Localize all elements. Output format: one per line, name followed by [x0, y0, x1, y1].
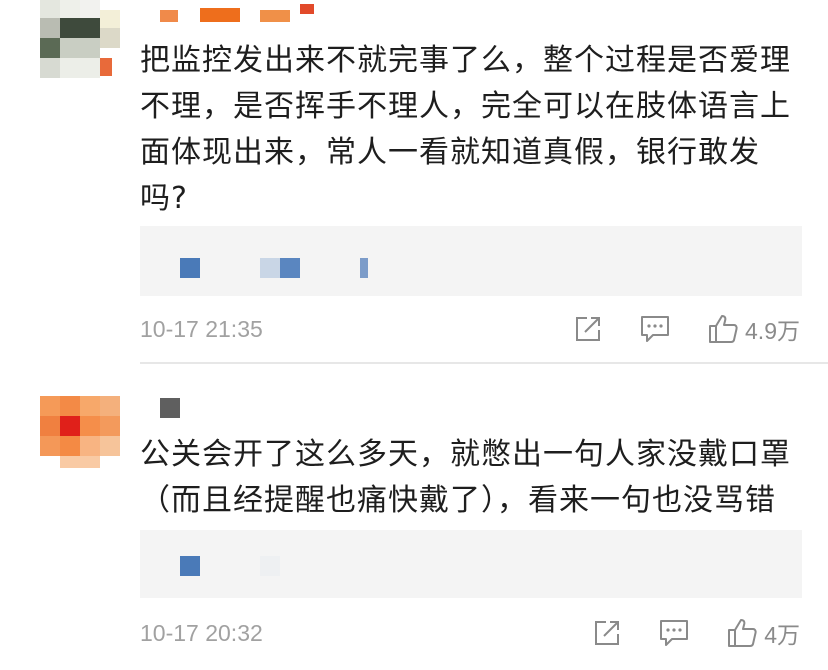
username[interactable]	[160, 0, 320, 22]
comment-item: 把监控发出来不就完事了么，整个过程是否爱理不理，是否挥手不理人，完全可以在肢体语…	[0, 0, 828, 362]
reply-button[interactable]	[639, 314, 671, 344]
reply-mosaic	[360, 258, 368, 278]
like-button[interactable]: 4.9万	[707, 312, 800, 346]
share-icon	[576, 317, 601, 341]
comment-text: 公关会开了这么多天，就憋出一句人家没戴口罩（而且经提醒也痛快戴了），看来一句也没…	[140, 437, 791, 518]
comment-timestamp: 10-17 21:35	[140, 316, 263, 342]
share-button[interactable]	[592, 618, 622, 648]
reply-preview[interactable]	[140, 226, 802, 296]
comment-item: 公关会开了这么多天，就憋出一句人家没戴口罩（而且经提醒也痛快戴了），看来一句也没…	[0, 364, 828, 670]
like-count: 4.9万	[745, 318, 800, 344]
comment-icon	[641, 316, 670, 342]
share-icon	[595, 621, 620, 645]
comment-icon	[660, 620, 689, 646]
comment-timestamp: 10-17 20:32	[140, 620, 263, 646]
like-button[interactable]: 4万	[726, 616, 800, 650]
reply-mosaic	[260, 258, 280, 278]
comment-actions: 4万	[592, 616, 800, 650]
username[interactable]	[160, 398, 190, 422]
comment-actions: 4.9万	[573, 312, 800, 346]
reply-mosaic	[180, 556, 200, 576]
reply-preview[interactable]	[140, 530, 802, 598]
share-button[interactable]	[573, 314, 603, 344]
thumbs-up-icon	[728, 619, 757, 647]
reply-button[interactable]	[658, 618, 690, 648]
avatar[interactable]	[40, 396, 120, 468]
reply-mosaic	[180, 258, 200, 278]
like-count: 4万	[764, 622, 800, 648]
reply-mosaic	[260, 556, 280, 576]
avatar[interactable]	[40, 0, 120, 78]
thumbs-up-icon	[709, 315, 738, 343]
reply-mosaic	[280, 258, 300, 278]
comment-text: 把监控发出来不就完事了么，整个过程是否爱理不理，是否挥手不理人，完全可以在肢体语…	[140, 43, 791, 216]
